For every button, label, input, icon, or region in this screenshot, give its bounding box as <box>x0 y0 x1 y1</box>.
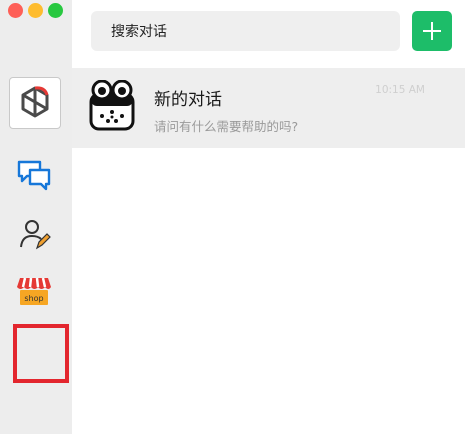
minimize-window-button[interactable] <box>28 3 43 18</box>
conversation-title: 新的对话 <box>154 90 222 110</box>
avatar <box>88 79 136 132</box>
search-input[interactable]: 搜索对话 <box>91 11 400 51</box>
search-input-text: 搜索对话 <box>111 24 167 40</box>
sidebar: shop <box>0 0 72 434</box>
conversation-list-item[interactable]: 新的对话 请问有什么需要帮助的吗? 10:15 AM <box>72 68 465 148</box>
close-window-button[interactable] <box>8 3 23 18</box>
robot-face-icon <box>89 79 135 131</box>
plus-icon <box>423 22 441 40</box>
openai-logo-icon <box>21 86 49 118</box>
shop-icon: shop <box>17 277 51 305</box>
sidebar-item-chats[interactable] <box>10 151 58 199</box>
sidebar-item-empty-slot[interactable] <box>13 324 69 383</box>
window-controls <box>8 3 63 18</box>
app-logo-button[interactable] <box>9 77 61 129</box>
sidebar-item-contacts[interactable] <box>10 210 58 258</box>
conversation-preview: 请问有什么需要帮助的吗? <box>154 119 299 134</box>
chat-bubbles-icon <box>17 160 51 191</box>
user-edit-icon <box>20 220 51 250</box>
sidebar-item-shop[interactable]: shop <box>10 266 58 314</box>
conversation-timestamp: 10:15 AM <box>375 84 425 96</box>
new-conversation-button[interactable] <box>412 11 452 51</box>
zoom-window-button[interactable] <box>48 3 63 18</box>
shop-icon-label: shop <box>24 294 43 303</box>
